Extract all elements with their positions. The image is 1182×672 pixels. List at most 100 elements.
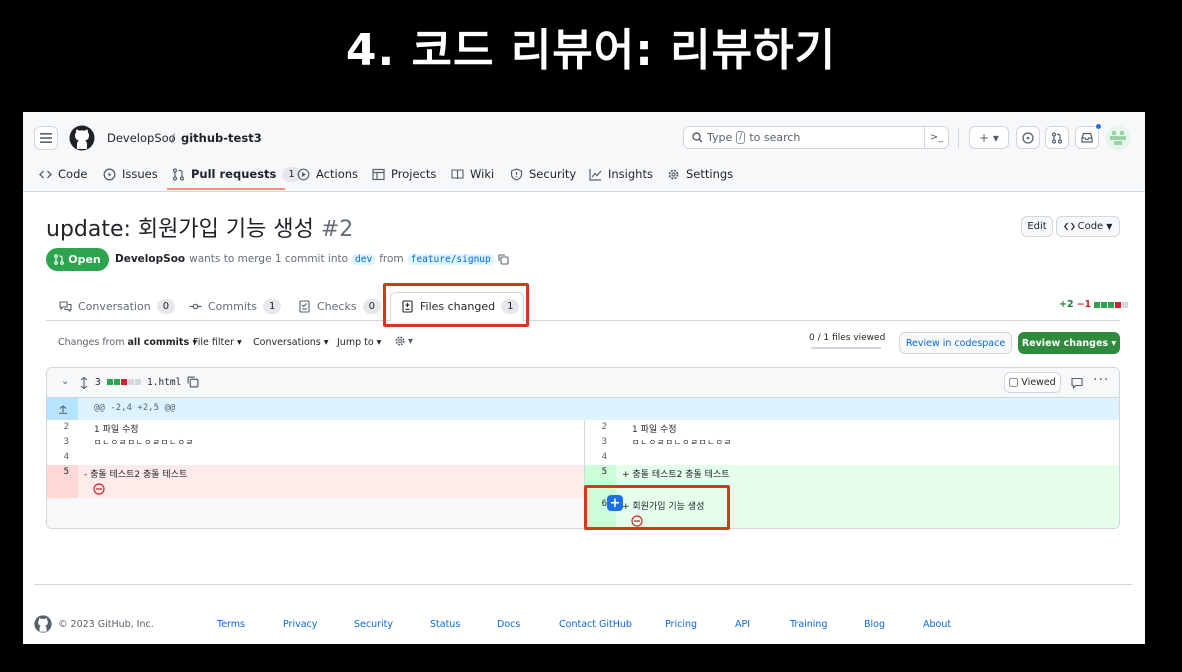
footer-link-contact[interactable]: Contact GitHub	[559, 619, 632, 630]
issues-button[interactable]	[1016, 126, 1040, 149]
checkbox-box	[1009, 378, 1019, 387]
search-suffix: to search	[749, 131, 801, 144]
comment-icon[interactable]	[1071, 377, 1083, 389]
tab-files-changed[interactable]: Files changed 1	[401, 292, 520, 320]
book-icon	[451, 168, 464, 179]
review-in-codespace-button[interactable]: Review in codespace	[899, 332, 1012, 354]
pull-requests-button[interactable]	[1045, 126, 1069, 149]
footer-link-terms[interactable]: Terms	[217, 619, 245, 630]
from-text: from	[379, 253, 404, 265]
diff-line-added: 5 + 충돌 테스트2 충돌 테스트	[585, 465, 1119, 483]
tab-conversation[interactable]: Conversation 0	[59, 292, 176, 320]
notification-dot	[1095, 123, 1102, 130]
inbox-button[interactable]	[1075, 123, 1102, 149]
command-palette-button[interactable]: >_	[924, 127, 948, 148]
line-number[interactable]: 3	[585, 437, 607, 447]
tab-count: 0	[362, 298, 381, 314]
file-filter-dropdown[interactable]: File filter ▾	[193, 337, 242, 348]
footer-link-blog[interactable]: Blog	[864, 619, 885, 630]
tab-issues[interactable]: Issues	[103, 160, 158, 188]
git-pull-request-icon	[1051, 131, 1063, 144]
footer-link-docs[interactable]: Docs	[497, 619, 520, 630]
line-number[interactable]: 6	[585, 499, 607, 509]
footer-copyright: © 2023 GitHub, Inc.	[58, 619, 154, 630]
tab-commits[interactable]: Commits 1	[189, 292, 282, 320]
footer-link-about[interactable]: About	[923, 619, 951, 630]
tab-security[interactable]: Security	[510, 160, 576, 188]
file-name[interactable]: 1.html	[147, 377, 181, 388]
code-icon	[1063, 222, 1075, 231]
hamburger-icon	[40, 133, 52, 143]
edit-title-button[interactable]: Edit	[1021, 216, 1053, 237]
base-branch[interactable]: dev	[352, 253, 376, 265]
footer-link-security[interactable]: Security	[354, 619, 393, 630]
github-window: DevelopSoo / github-test3 Type / to sear…	[23, 112, 1145, 644]
repo-link[interactable]: github-test3	[181, 131, 262, 145]
tab-label: Projects	[391, 167, 437, 181]
line-number[interactable]: 4	[47, 452, 69, 462]
tab-actions[interactable]: Actions	[297, 160, 358, 188]
line-number[interactable]: 3	[47, 437, 69, 447]
diff-right-pane: 2 1 파일 수정 3 ㅁㄴㅇㄹㅁㄴㅇㄹㅁㄴㅇㄹ 4 5 + 충돌 테스트2 충…	[585, 420, 1119, 528]
viewed-checkbox[interactable]: Viewed	[1004, 372, 1061, 393]
tab-projects[interactable]: Projects	[372, 160, 436, 188]
expand-up-button[interactable]	[47, 398, 78, 420]
footer-link-privacy[interactable]: Privacy	[283, 619, 317, 630]
pr-title-text: update: 회원가입 기능 생성	[46, 217, 314, 242]
conversations-dropdown[interactable]: Conversations ▾	[253, 337, 329, 348]
line-number[interactable]: 2	[47, 422, 69, 432]
line-code: + 회원가입 기능 생성	[622, 502, 705, 512]
search-shortcut-key: /	[736, 131, 746, 144]
pr-state-badge: Open	[46, 248, 109, 271]
files-viewed-progress	[811, 347, 881, 349]
tab-wiki[interactable]: Wiki	[451, 160, 494, 188]
avatar[interactable]	[1105, 125, 1131, 151]
line-code: 1 파일 수정	[632, 425, 677, 435]
diff-settings-dropdown[interactable]: ▾	[394, 335, 413, 347]
add-comment-button[interactable]: +	[607, 495, 623, 511]
tab-code[interactable]: Code	[39, 160, 87, 188]
play-icon	[297, 168, 310, 180]
review-changes-button[interactable]: Review changes ▾	[1018, 332, 1120, 354]
code-dropdown-button[interactable]: Code ▼	[1056, 216, 1120, 237]
copy-icon[interactable]	[498, 253, 509, 265]
footer-link-training[interactable]: Training	[790, 619, 828, 630]
footer-link-api[interactable]: API	[735, 619, 750, 630]
pr-author[interactable]: DevelopSoo	[115, 253, 185, 265]
github-footer-logo-icon[interactable]	[34, 615, 52, 633]
hunk-header-row: @@ -2,4 +2,5 @@	[47, 398, 1119, 420]
footer-link-pricing[interactable]: Pricing	[665, 619, 697, 630]
diffstat: +2 −1	[1059, 299, 1129, 310]
active-tab-underline	[167, 188, 285, 190]
kebab-menu-icon[interactable]: ···	[1093, 372, 1109, 388]
chevron-down-icon: ▾	[408, 335, 414, 347]
line-number[interactable]: 5	[585, 467, 607, 477]
pr-tabs-divider	[46, 320, 1120, 321]
tab-checks[interactable]: Checks 0	[298, 292, 381, 320]
inbox-icon	[1081, 132, 1093, 143]
tab-insights[interactable]: Insights	[589, 160, 653, 188]
changes-from-dropdown[interactable]: Changes from all commits ▾	[58, 337, 197, 348]
table-icon	[372, 168, 385, 180]
line-number[interactable]: 4	[585, 452, 607, 462]
copy-icon[interactable]	[187, 376, 199, 388]
jump-to-dropdown[interactable]: Jump to ▾	[337, 337, 381, 348]
git-pull-request-icon	[172, 167, 185, 181]
head-branch[interactable]: feature/signup	[407, 253, 494, 265]
line-number[interactable]: 2	[585, 422, 607, 432]
chevron-down-icon[interactable]: ⌄	[61, 376, 69, 387]
search-prefix: Type	[707, 131, 733, 144]
no-entry-icon	[93, 483, 105, 495]
viewed-label: Viewed	[1021, 377, 1056, 388]
menu-button[interactable]	[34, 126, 58, 150]
files-viewed-counter: 0 / 1 files viewed	[809, 333, 886, 343]
create-new-button[interactable]: + ▾	[969, 126, 1009, 149]
owner-link[interactable]: DevelopSoo	[107, 131, 176, 145]
github-logo-icon[interactable]	[69, 125, 95, 151]
tab-settings[interactable]: Settings	[667, 160, 733, 188]
line-number[interactable]: 5	[47, 467, 69, 477]
search-input[interactable]: Type / to search >_	[683, 126, 949, 149]
unfold-icon[interactable]	[79, 377, 89, 389]
tab-pull-requests[interactable]: Pull requests 1	[172, 160, 301, 188]
footer-link-status[interactable]: Status	[430, 619, 460, 630]
